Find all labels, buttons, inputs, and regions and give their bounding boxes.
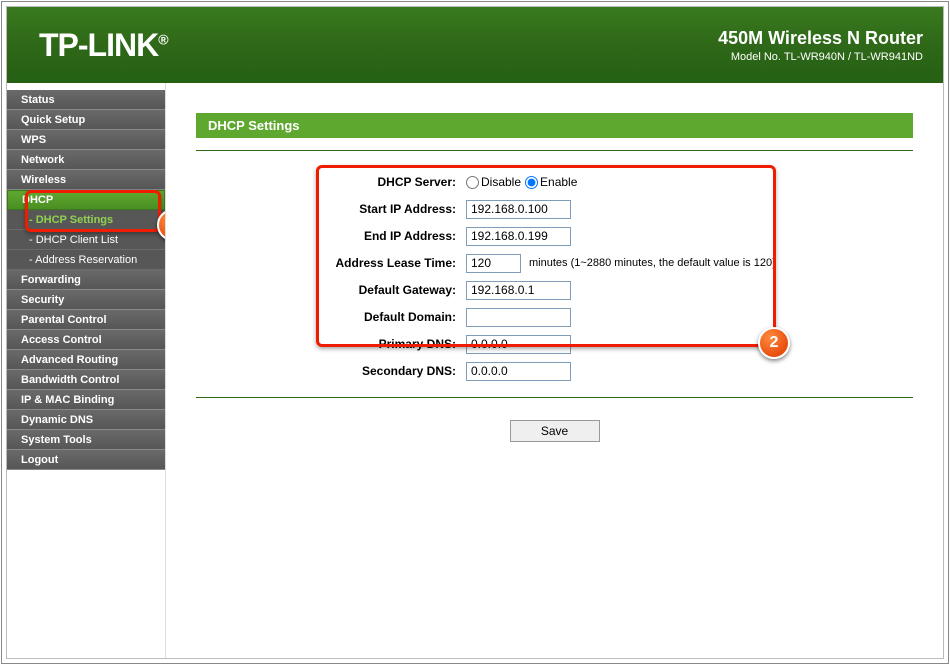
hint-lease: minutes (1~2880 minutes, the default val…	[529, 257, 776, 269]
divider	[196, 397, 913, 398]
sidebar-label: Wireless	[21, 174, 66, 186]
sidebar-label: Status	[21, 94, 55, 106]
sidebar-label: Logout	[21, 454, 58, 466]
sidebar-label: Access Control	[21, 334, 102, 346]
sidebar-subitem-dhcp-client-list[interactable]: - DHCP Client List	[7, 230, 165, 250]
content: DHCP Settings DHCP Server: Disable Enabl…	[165, 83, 943, 658]
row-domain: Default Domain:	[206, 306, 895, 328]
sidebar-item-status[interactable]: Status	[7, 90, 165, 110]
radio-disable[interactable]	[466, 176, 479, 189]
radio-enable[interactable]	[525, 176, 538, 189]
label-end-ip: End IP Address:	[206, 229, 466, 243]
row-dns1: Primary DNS:	[206, 333, 895, 355]
radio-enable-label[interactable]: Enable	[525, 175, 577, 189]
sidebar-subitem-address-reservation[interactable]: - Address Reservation	[7, 250, 165, 270]
sidebar-item-network[interactable]: Network	[7, 150, 165, 170]
sidebar-item-ip-mac-binding[interactable]: IP & MAC Binding	[7, 390, 165, 410]
sidebar-label: WPS	[21, 134, 46, 146]
row-end-ip: End IP Address:	[206, 225, 895, 247]
page-title: DHCP Settings	[196, 113, 913, 138]
brand-text: TP-LINK	[39, 27, 158, 63]
field-dhcp-server: Disable Enable	[466, 175, 577, 189]
row-start-ip: Start IP Address:	[206, 198, 895, 220]
sidebar-item-dynamic-dns[interactable]: Dynamic DNS	[7, 410, 165, 430]
label-dns1: Primary DNS:	[206, 337, 466, 351]
radio-disable-label[interactable]: Disable	[466, 175, 521, 189]
sidebar-label: Quick Setup	[21, 114, 85, 126]
sidebar-item-logout[interactable]: Logout	[7, 450, 165, 470]
sidebar-item-bandwidth-control[interactable]: Bandwidth Control	[7, 370, 165, 390]
row-dhcp-server: DHCP Server: Disable Enable	[206, 171, 895, 193]
radio-text: Enable	[540, 175, 577, 189]
registered-icon: ®	[158, 31, 167, 47]
sidebar-label: - DHCP Client List	[29, 234, 118, 246]
app-frame: TP-LINK® 450M Wireless N Router Model No…	[1, 1, 949, 664]
row-gateway: Default Gateway:	[206, 279, 895, 301]
sidebar-label: DHCP	[22, 194, 53, 206]
sidebar-subitem-dhcp-settings[interactable]: - DHCP Settings	[7, 210, 165, 230]
radio-text: Disable	[481, 175, 521, 189]
sidebar-item-parental-control[interactable]: Parental Control	[7, 310, 165, 330]
sidebar-label: - Address Reservation	[29, 254, 137, 266]
header: TP-LINK® 450M Wireless N Router Model No…	[7, 7, 943, 83]
label-domain: Default Domain:	[206, 310, 466, 324]
save-row: Save	[196, 420, 913, 442]
input-domain[interactable]	[466, 308, 571, 327]
sidebar-item-system-tools[interactable]: System Tools	[7, 430, 165, 450]
model-number: Model No. TL-WR940N / TL-WR941ND	[718, 51, 923, 63]
row-lease: Address Lease Time: minutes (1~2880 minu…	[206, 252, 895, 274]
sidebar-item-advanced-routing[interactable]: Advanced Routing	[7, 350, 165, 370]
sidebar-label: Forwarding	[21, 274, 81, 286]
product-title: 450M Wireless N Router	[718, 28, 923, 49]
sidebar-label: IP & MAC Binding	[21, 394, 114, 406]
sidebar-label: Dynamic DNS	[21, 414, 93, 426]
sidebar-label: Network	[21, 154, 64, 166]
inner-frame: TP-LINK® 450M Wireless N Router Model No…	[6, 6, 944, 659]
header-info: 450M Wireless N Router Model No. TL-WR94…	[718, 28, 923, 63]
row-dns2: Secondary DNS:	[206, 360, 895, 382]
label-start-ip: Start IP Address:	[206, 202, 466, 216]
sidebar-item-access-control[interactable]: Access Control	[7, 330, 165, 350]
sidebar-item-dhcp[interactable]: DHCP	[7, 190, 165, 210]
input-lease[interactable]	[466, 254, 521, 273]
sidebar-label: System Tools	[21, 434, 92, 446]
sidebar: Status Quick Setup WPS Network Wireless …	[7, 83, 165, 658]
label-gateway: Default Gateway:	[206, 283, 466, 297]
input-dns1[interactable]	[466, 335, 571, 354]
sidebar-label: - DHCP Settings	[29, 214, 113, 226]
input-start-ip[interactable]	[466, 200, 571, 219]
input-dns2[interactable]	[466, 362, 571, 381]
sidebar-item-wps[interactable]: WPS	[7, 130, 165, 150]
label-dns2: Secondary DNS:	[206, 364, 466, 378]
divider	[196, 150, 913, 151]
brand-logo: TP-LINK®	[39, 27, 168, 64]
input-gateway[interactable]	[466, 281, 571, 300]
sidebar-item-quick-setup[interactable]: Quick Setup	[7, 110, 165, 130]
sidebar-label: Advanced Routing	[21, 354, 118, 366]
sidebar-item-forwarding[interactable]: Forwarding	[7, 270, 165, 290]
save-button[interactable]: Save	[510, 420, 600, 442]
input-end-ip[interactable]	[466, 227, 571, 246]
sidebar-label: Parental Control	[21, 314, 107, 326]
sidebar-item-wireless[interactable]: Wireless	[7, 170, 165, 190]
sidebar-label: Bandwidth Control	[21, 374, 119, 386]
sidebar-item-security[interactable]: Security	[7, 290, 165, 310]
label-lease: Address Lease Time:	[206, 256, 466, 270]
sidebar-label: Security	[21, 294, 64, 306]
body: Status Quick Setup WPS Network Wireless …	[7, 83, 943, 658]
form-area: DHCP Server: Disable Enable Start IP Add…	[196, 165, 913, 397]
label-dhcp-server: DHCP Server:	[206, 175, 466, 189]
